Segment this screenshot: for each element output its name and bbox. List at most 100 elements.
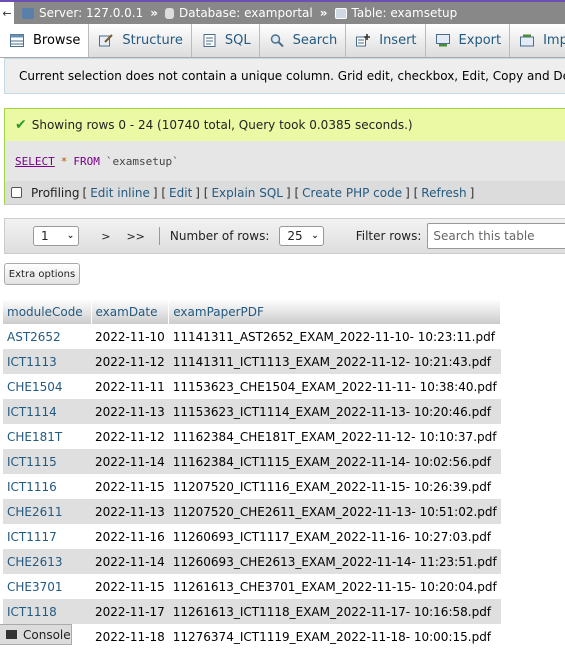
page-select[interactable]: 1 ⌄ — [33, 226, 80, 246]
cell-module-code: CHE2611 — [3, 499, 91, 524]
filter-rows-label: Filter rows: — [355, 229, 422, 243]
cell-exam-date: 2022-11-13 — [91, 499, 169, 524]
cell-exam-date: 2022-11-14 — [91, 449, 169, 474]
table-row[interactable]: AST2652 2022-11-10 11141311_AST2652_EXAM_2… — [3, 324, 501, 349]
table-row[interactable]: CHE2613 2022-11-14 11260693_CHE2613_EXAM_2… — [3, 549, 501, 574]
sql-query-box[interactable]: SELECT * FROM `examsetup` — [4, 141, 565, 181]
filter-rows-placeholder: Search this table — [433, 229, 535, 243]
profiling-bar: Profiling [ Edit inline ] [ Edit ] [ Exp… — [4, 181, 565, 205]
breadcrumb-table-label: Table: examsetup — [351, 6, 458, 20]
tab-sql[interactable]: SQL — [192, 24, 260, 57]
bracket: [ — [82, 185, 88, 200]
breadcrumb-table[interactable]: Table: examsetup — [334, 6, 458, 20]
server-icon — [22, 7, 34, 19]
breadcrumb-server[interactable]: Server: 127.0.0.1 — [22, 6, 143, 20]
tab-bar: Browse Structure SQL Search Insert Expor… — [0, 24, 565, 58]
edit-inline-link[interactable]: Edit inline — [90, 186, 150, 200]
tab-export-label: Export — [458, 33, 502, 48]
cell-exam-date: 2022-11-16 — [91, 524, 169, 549]
cell-module-code: CHE181T — [3, 424, 91, 449]
sql-star: * — [60, 154, 68, 168]
search-icon — [270, 34, 284, 47]
console-toggle[interactable]: Console — [0, 624, 72, 645]
cell-exam-date: 2022-11-18 — [91, 624, 169, 649]
refresh-link[interactable]: Refresh — [421, 186, 466, 200]
next-page-button[interactable]: > — [101, 230, 110, 243]
rows-per-page-value: 25 — [287, 229, 303, 243]
extra-options-label: Extra options — [8, 268, 76, 280]
collapse-arrow-icon[interactable]: ← — [0, 2, 14, 24]
success-text: Showing rows 0 - 24 (10740 total, Query … — [31, 118, 413, 132]
database-icon — [165, 7, 175, 19]
cell-exam-pdf: 11162384_CHE181T_EXAM_2022-11-12- 10:10:… — [168, 424, 501, 449]
table-row[interactable]: ICT1114 2022-11-13 11153623_ICT1114_EXAM_2… — [3, 399, 501, 424]
cell-exam-date: 2022-11-10 — [91, 324, 169, 349]
rows-label: Number of rows: — [169, 229, 270, 243]
cell-exam-pdf: 11153623_ICT1114_EXAM_2022-11-13- 10:20:… — [168, 399, 501, 424]
table-row[interactable]: ICT1115 2022-11-14 11162384_ICT1115_EXAM_2… — [3, 449, 501, 474]
notice-text: Current selection does not contain a uni… — [19, 69, 565, 83]
tab-export[interactable]: Export — [426, 24, 511, 57]
profiling-label: Profiling — [31, 185, 80, 200]
tab-search[interactable]: Search — [260, 24, 347, 57]
cell-module-code: ICT1117 — [3, 524, 91, 549]
table-row[interactable]: ICT11192022-11-1811276374_ICT1119_EXAM_2… — [3, 624, 501, 649]
unique-column-notice: Current selection does not contain a uni… — [4, 58, 565, 94]
checkmark-icon: ✔ — [15, 117, 27, 133]
breadcrumb-server-label: Server: 127.0.0.1 — [39, 6, 144, 20]
tab-browse[interactable]: Browse — [0, 24, 90, 57]
breadcrumb-database[interactable]: Database: examportal — [165, 6, 313, 20]
tab-insert[interactable]: Insert — [346, 24, 426, 57]
rows-per-page-select[interactable]: 25 ⌄ — [279, 226, 324, 246]
column-header-modulecode[interactable]: moduleCode — [3, 299, 92, 324]
sql-select-keyword[interactable]: SELECT — [15, 155, 55, 168]
sql-icon — [203, 34, 216, 47]
filter-rows-input[interactable]: Search this table — [427, 223, 565, 249]
cell-module-code: ICT1114 — [3, 399, 91, 424]
export-icon — [435, 34, 450, 47]
cell-exam-date: 2022-11-12 — [91, 349, 169, 374]
cell-exam-pdf: 11207520_CHE2611_EXAM_2022-11-13- 10:51:… — [168, 499, 501, 524]
cell-module-code: ICT1115 — [3, 449, 91, 474]
table-row[interactable]: ICT1113 2022-11-12 11141311_ICT1113_EXAM_2… — [3, 349, 501, 374]
console-icon — [6, 630, 17, 639]
table-row[interactable]: CHE1504 2022-11-11 11153623_CHE1504_EXAM_2… — [3, 374, 501, 399]
query-success-message: ✔ Showing rows 0 - 24 (10740 total, Quer… — [4, 108, 565, 141]
cell-exam-pdf: 11261613_ICT1118_EXAM_2022-11-17- 10:16:… — [168, 599, 501, 624]
profiling-checkbox[interactable] — [11, 187, 22, 198]
chevron-down-icon: ⌄ — [311, 231, 319, 241]
table-row[interactable]: CHE181T 2022-11-12 11162384_CHE181T_EXAM_2… — [3, 424, 501, 449]
extra-options-button[interactable]: Extra options — [4, 263, 80, 285]
cell-exam-date: 2022-11-17 — [91, 599, 169, 624]
page-select-value: 1 — [41, 229, 49, 243]
cell-module-code: AST2652 — [3, 324, 91, 349]
table-icon — [334, 7, 347, 19]
pagination-bar: 1 ⌄ > >> Number of rows: 25 ⌄ Filter row… — [4, 218, 565, 254]
column-header-examdate[interactable]: examDate — [91, 299, 170, 324]
table-row[interactable]: CHE2611 2022-11-13 11207520_CHE2611_EXAM_2… — [3, 499, 501, 524]
explain-sql-link[interactable]: Explain SQL — [211, 186, 283, 200]
create-php-code-link[interactable]: Create PHP code — [302, 186, 402, 200]
bracket: ] [ — [405, 185, 419, 200]
cell-exam-pdf: 11162384_ICT1115_EXAM_2022-11-14- 10:02:… — [168, 449, 501, 474]
edit-link[interactable]: Edit — [169, 186, 192, 200]
bracket: ] [ — [195, 185, 209, 200]
sql-from-keyword: FROM — [73, 154, 100, 168]
breadcrumb-separator: » — [150, 6, 159, 20]
bracket: ] — [469, 185, 475, 200]
column-header-exampaperpdf[interactable]: examPaperPDF — [168, 299, 502, 324]
browse-icon — [10, 34, 24, 47]
table-row[interactable]: ICT1117 2022-11-16 11260693_ICT1117_EXAM_2… — [3, 524, 501, 549]
cell-exam-date: 2022-11-15 — [91, 574, 169, 599]
table-row[interactable]: ICT1116 2022-11-15 11207520_ICT1116_EXAM_2… — [3, 474, 501, 499]
cell-exam-date: 2022-11-14 — [91, 549, 169, 574]
tab-import[interactable]: Import — [510, 24, 565, 57]
table-row[interactable]: ICT1118 2022-11-17 11261613_ICT1118_EXAM_2… — [3, 599, 501, 624]
tab-search-label: Search — [292, 33, 338, 48]
cell-exam-pdf: 11260693_CHE2613_EXAM_2022-11-14- 11:23:… — [168, 549, 501, 574]
tab-structure[interactable]: Structure — [89, 24, 192, 57]
sql-table-name: `examsetup` — [105, 154, 179, 168]
last-page-button[interactable]: >> — [126, 230, 144, 243]
cell-module-code: CHE1504 — [3, 374, 91, 399]
table-row[interactable]: CHE3701 2022-11-15 11261613_CHE3701_EXAM_2… — [3, 574, 501, 599]
